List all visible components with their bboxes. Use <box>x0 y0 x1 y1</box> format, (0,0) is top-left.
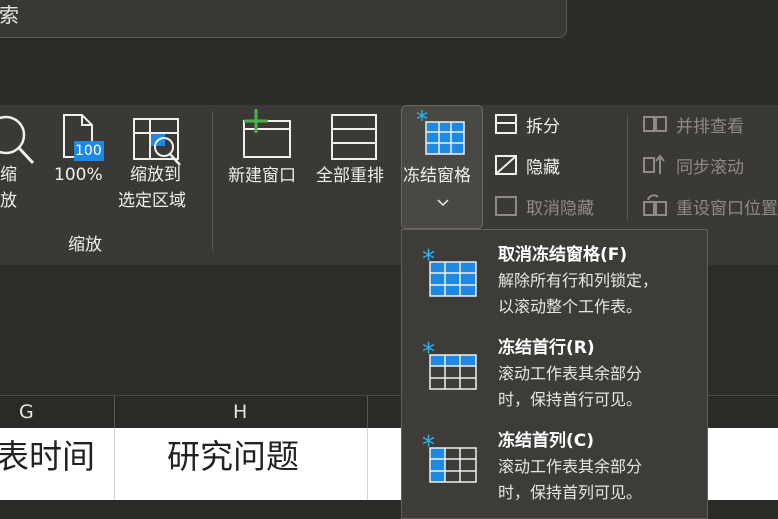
svg-text:*: * <box>416 108 428 134</box>
svg-text:*: * <box>422 432 435 461</box>
zoom-label-2: 放 <box>0 191 17 211</box>
hundred-badge: 100 <box>75 143 102 159</box>
menu-item-freeze-top-row[interactable]: * 冻结首行(R) 滚动工作表其余部分 时，保持首行可见。 <box>402 325 707 420</box>
column-divider[interactable] <box>114 396 115 429</box>
column-header-h[interactable]: H <box>233 396 247 429</box>
split-label: 拆分 <box>526 116 560 137</box>
zoom-100-label: 100% <box>54 165 103 185</box>
menu-item-desc-line1: 解除所有行和列锁定， <box>498 271 659 290</box>
zoom-to-selection-button[interactable]: 缩放到 选定区域 <box>118 105 200 215</box>
menu-item-desc-line2: 时，保持首行可见。 <box>498 390 643 409</box>
cell-h1[interactable]: 研究问题 <box>167 432 299 482</box>
menu-item-unfreeze[interactable]: * 取消冻结窗格(F) 解除所有行和列锁定， 以滚动整个工作表。 <box>402 230 707 325</box>
magnifier-icon <box>0 115 35 165</box>
zoom-selection-icon <box>133 118 181 166</box>
menu-item-freeze-first-column[interactable]: * 冻结首列(C) 滚动工作表其余部分 时，保持首列可见。 <box>402 418 707 513</box>
column-header-g[interactable]: G <box>19 396 34 429</box>
side-by-side-label: 并排查看 <box>676 116 744 137</box>
menu-item-desc-line1: 滚动工作表其余部分 <box>498 457 643 476</box>
new-window-button[interactable]: 新建窗口 <box>226 105 308 195</box>
group-separator-2 <box>627 115 628 220</box>
menu-item-title: 冻结首列(C) <box>498 431 595 451</box>
zoom-100-button[interactable]: 100 100% <box>50 105 110 215</box>
chevron-down-icon <box>437 199 449 207</box>
zoom-button[interactable]: 缩 放 <box>0 105 45 215</box>
zoom-selection-label-1: 缩放到 <box>130 165 181 185</box>
hide-label: 隐藏 <box>526 157 560 178</box>
unhide-icon <box>495 196 517 216</box>
unhide-label: 取消隐藏 <box>526 198 594 219</box>
sync-scroll-label: 同步滚动 <box>676 157 744 178</box>
freeze-top-row-icon: * <box>422 339 477 390</box>
hide-icon <box>495 155 517 175</box>
unfreeze-panes-icon: * <box>422 246 477 297</box>
title-bar: 索 <box>0 0 778 105</box>
freeze-panes-button[interactable]: * 冻结窗格 <box>401 105 483 229</box>
menu-item-desc-line2: 时，保持首列可见。 <box>498 483 643 502</box>
menu-item-title: 取消冻结窗格(F) <box>498 245 628 265</box>
freeze-panes-icon: * <box>416 108 465 155</box>
reset-window-position-button[interactable]: 重设窗口位置 <box>642 189 778 223</box>
freeze-panes-label: 冻结窗格 <box>403 166 471 186</box>
reset-position-label: 重设窗口位置 <box>676 198 778 219</box>
hide-button[interactable]: 隐藏 <box>494 148 560 182</box>
search-box[interactable]: 索 <box>0 0 567 38</box>
side-by-side-button[interactable]: 并排查看 <box>642 107 744 141</box>
search-text: 索 <box>0 3 19 27</box>
side-by-side-icon <box>643 116 667 132</box>
svg-text:*: * <box>422 339 435 368</box>
menu-item-desc-line2: 以滚动整个工作表。 <box>498 297 643 316</box>
svg-text:*: * <box>422 246 435 275</box>
document-100-icon <box>63 114 104 161</box>
freeze-first-column-icon: * <box>422 432 477 483</box>
cell-divider <box>367 428 368 500</box>
arrange-all-button[interactable]: 全部重排 <box>314 105 396 195</box>
new-window-icon <box>243 109 291 158</box>
group-separator <box>212 111 213 251</box>
sync-scroll-icon <box>643 154 665 174</box>
reset-position-icon <box>643 194 667 216</box>
zoom-group-label: 缩放 <box>68 235 102 255</box>
zoom-selection-label-2: 选定区域 <box>118 191 186 211</box>
new-window-label: 新建窗口 <box>228 166 296 186</box>
arrange-all-icon <box>331 114 377 160</box>
arrange-all-label: 全部重排 <box>316 166 384 186</box>
zoom-label-1: 缩 <box>0 165 17 185</box>
column-divider[interactable] <box>367 396 368 429</box>
freeze-panes-menu: * 取消冻结窗格(F) 解除所有行和列锁定， 以滚动整个工作表。 * 冻结首行(… <box>401 229 708 519</box>
cell-g1[interactable]: 表时间 <box>0 432 95 482</box>
sync-scroll-button[interactable]: 同步滚动 <box>642 148 744 182</box>
cell-divider <box>114 428 115 500</box>
split-icon <box>495 114 517 134</box>
unhide-button[interactable]: 取消隐藏 <box>494 189 594 223</box>
split-button[interactable]: 拆分 <box>494 107 560 141</box>
menu-item-title: 冻结首行(R) <box>498 338 595 358</box>
menu-item-desc-line1: 滚动工作表其余部分 <box>498 364 643 383</box>
